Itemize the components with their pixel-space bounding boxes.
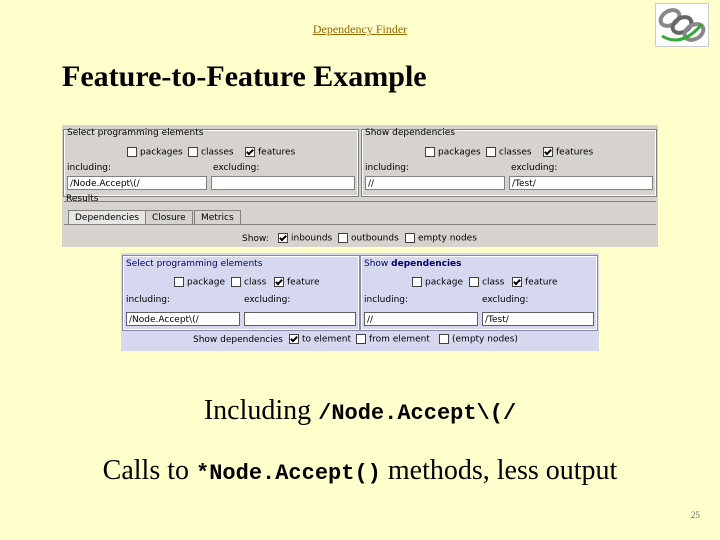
classes-checkbox[interactable]: classes xyxy=(188,147,234,158)
select-excluding-input[interactable] xyxy=(211,176,355,190)
tab-metrics[interactable]: Metrics xyxy=(194,210,241,225)
web-from-element-checkbox[interactable]: from element xyxy=(356,334,430,345)
features-checkbox[interactable]: features xyxy=(245,147,295,158)
show-classes-checkbox[interactable]: classes xyxy=(486,147,532,158)
web-show-excluding-input[interactable]: /Test/ xyxy=(482,312,594,326)
web-empty-nodes-checkbox[interactable]: (empty nodes) xyxy=(439,334,518,345)
show-packages-checkbox[interactable]: packages xyxy=(425,147,481,158)
web-show-feature-checkbox[interactable]: feature xyxy=(512,277,558,288)
outbounds-checkbox[interactable]: outbounds xyxy=(338,233,399,244)
packages-checkbox[interactable]: packages xyxy=(127,147,183,158)
web-select-legend: Select programming elements xyxy=(126,259,263,269)
show-including-input[interactable]: // xyxy=(365,176,505,190)
results-legend: Results xyxy=(66,194,99,204)
header-link[interactable]: Dependency Finder xyxy=(0,22,720,37)
show-excluding-label: excluding: xyxy=(511,163,558,173)
web-select-excluding-input[interactable] xyxy=(244,312,356,326)
select-including-input[interactable]: /Node.Accept\(/ xyxy=(67,176,207,190)
empty-nodes-checkbox[interactable]: empty nodes xyxy=(405,233,477,244)
page-number: 25 xyxy=(691,510,700,520)
web-class-checkbox[interactable]: class xyxy=(231,277,266,288)
web-show-including-label: including: xyxy=(364,295,409,305)
show-label: Show: xyxy=(242,234,269,244)
tab-dependencies[interactable]: Dependencies xyxy=(68,210,147,225)
web-form: Select programming elements package clas… xyxy=(121,253,599,351)
caption-including: Including /Node.Accept\(/ xyxy=(203,395,517,426)
web-select-panel: Select programming elements package clas… xyxy=(122,255,360,331)
web-show-class-checkbox[interactable]: class xyxy=(469,277,504,288)
show-features-checkbox[interactable]: features xyxy=(543,147,593,158)
web-to-element-checkbox[interactable]: to element xyxy=(289,334,351,345)
web-including-label: including: xyxy=(126,295,171,305)
web-feature-checkbox[interactable]: feature xyxy=(274,277,320,288)
web-show-excluding-label: excluding: xyxy=(482,295,529,305)
including-label: including: xyxy=(67,163,112,173)
excluding-label: excluding: xyxy=(213,163,260,173)
select-elements-panel: Select programming elements packages cla… xyxy=(63,128,359,197)
show-legend: Show dependencies xyxy=(365,128,455,138)
tab-closure[interactable]: Closure xyxy=(145,210,193,225)
select-legend: Select programming elements xyxy=(67,128,204,138)
web-show-package-checkbox[interactable]: package xyxy=(412,277,463,288)
chain-logo-icon xyxy=(655,3,709,47)
tab-baseline xyxy=(64,224,656,225)
web-excluding-label: excluding: xyxy=(244,295,291,305)
show-including-label: including: xyxy=(365,163,410,173)
slide-title: Feature-to-Feature Example xyxy=(62,60,427,93)
caption-calls: Calls to *Node.Accept() methods, less ou… xyxy=(102,455,618,486)
show-excluding-input[interactable]: /Test/ xyxy=(509,176,653,190)
inbounds-checkbox[interactable]: inbounds xyxy=(278,233,332,244)
web-show-panel: Show dependencies package class feature … xyxy=(360,255,598,331)
web-select-including-input[interactable]: /Node.Accept\(/ xyxy=(126,312,240,326)
web-show-deps-label: Show dependencies xyxy=(193,335,283,345)
web-show-legend: Show dependencies xyxy=(364,259,462,269)
show-dependencies-panel: Show dependencies packages classes featu… xyxy=(361,128,657,197)
web-package-checkbox[interactable]: package xyxy=(174,277,225,288)
dependency-finder-window: Select programming elements packages cla… xyxy=(62,125,658,247)
web-show-including-input[interactable]: // xyxy=(364,312,478,326)
results-divider xyxy=(64,201,656,202)
